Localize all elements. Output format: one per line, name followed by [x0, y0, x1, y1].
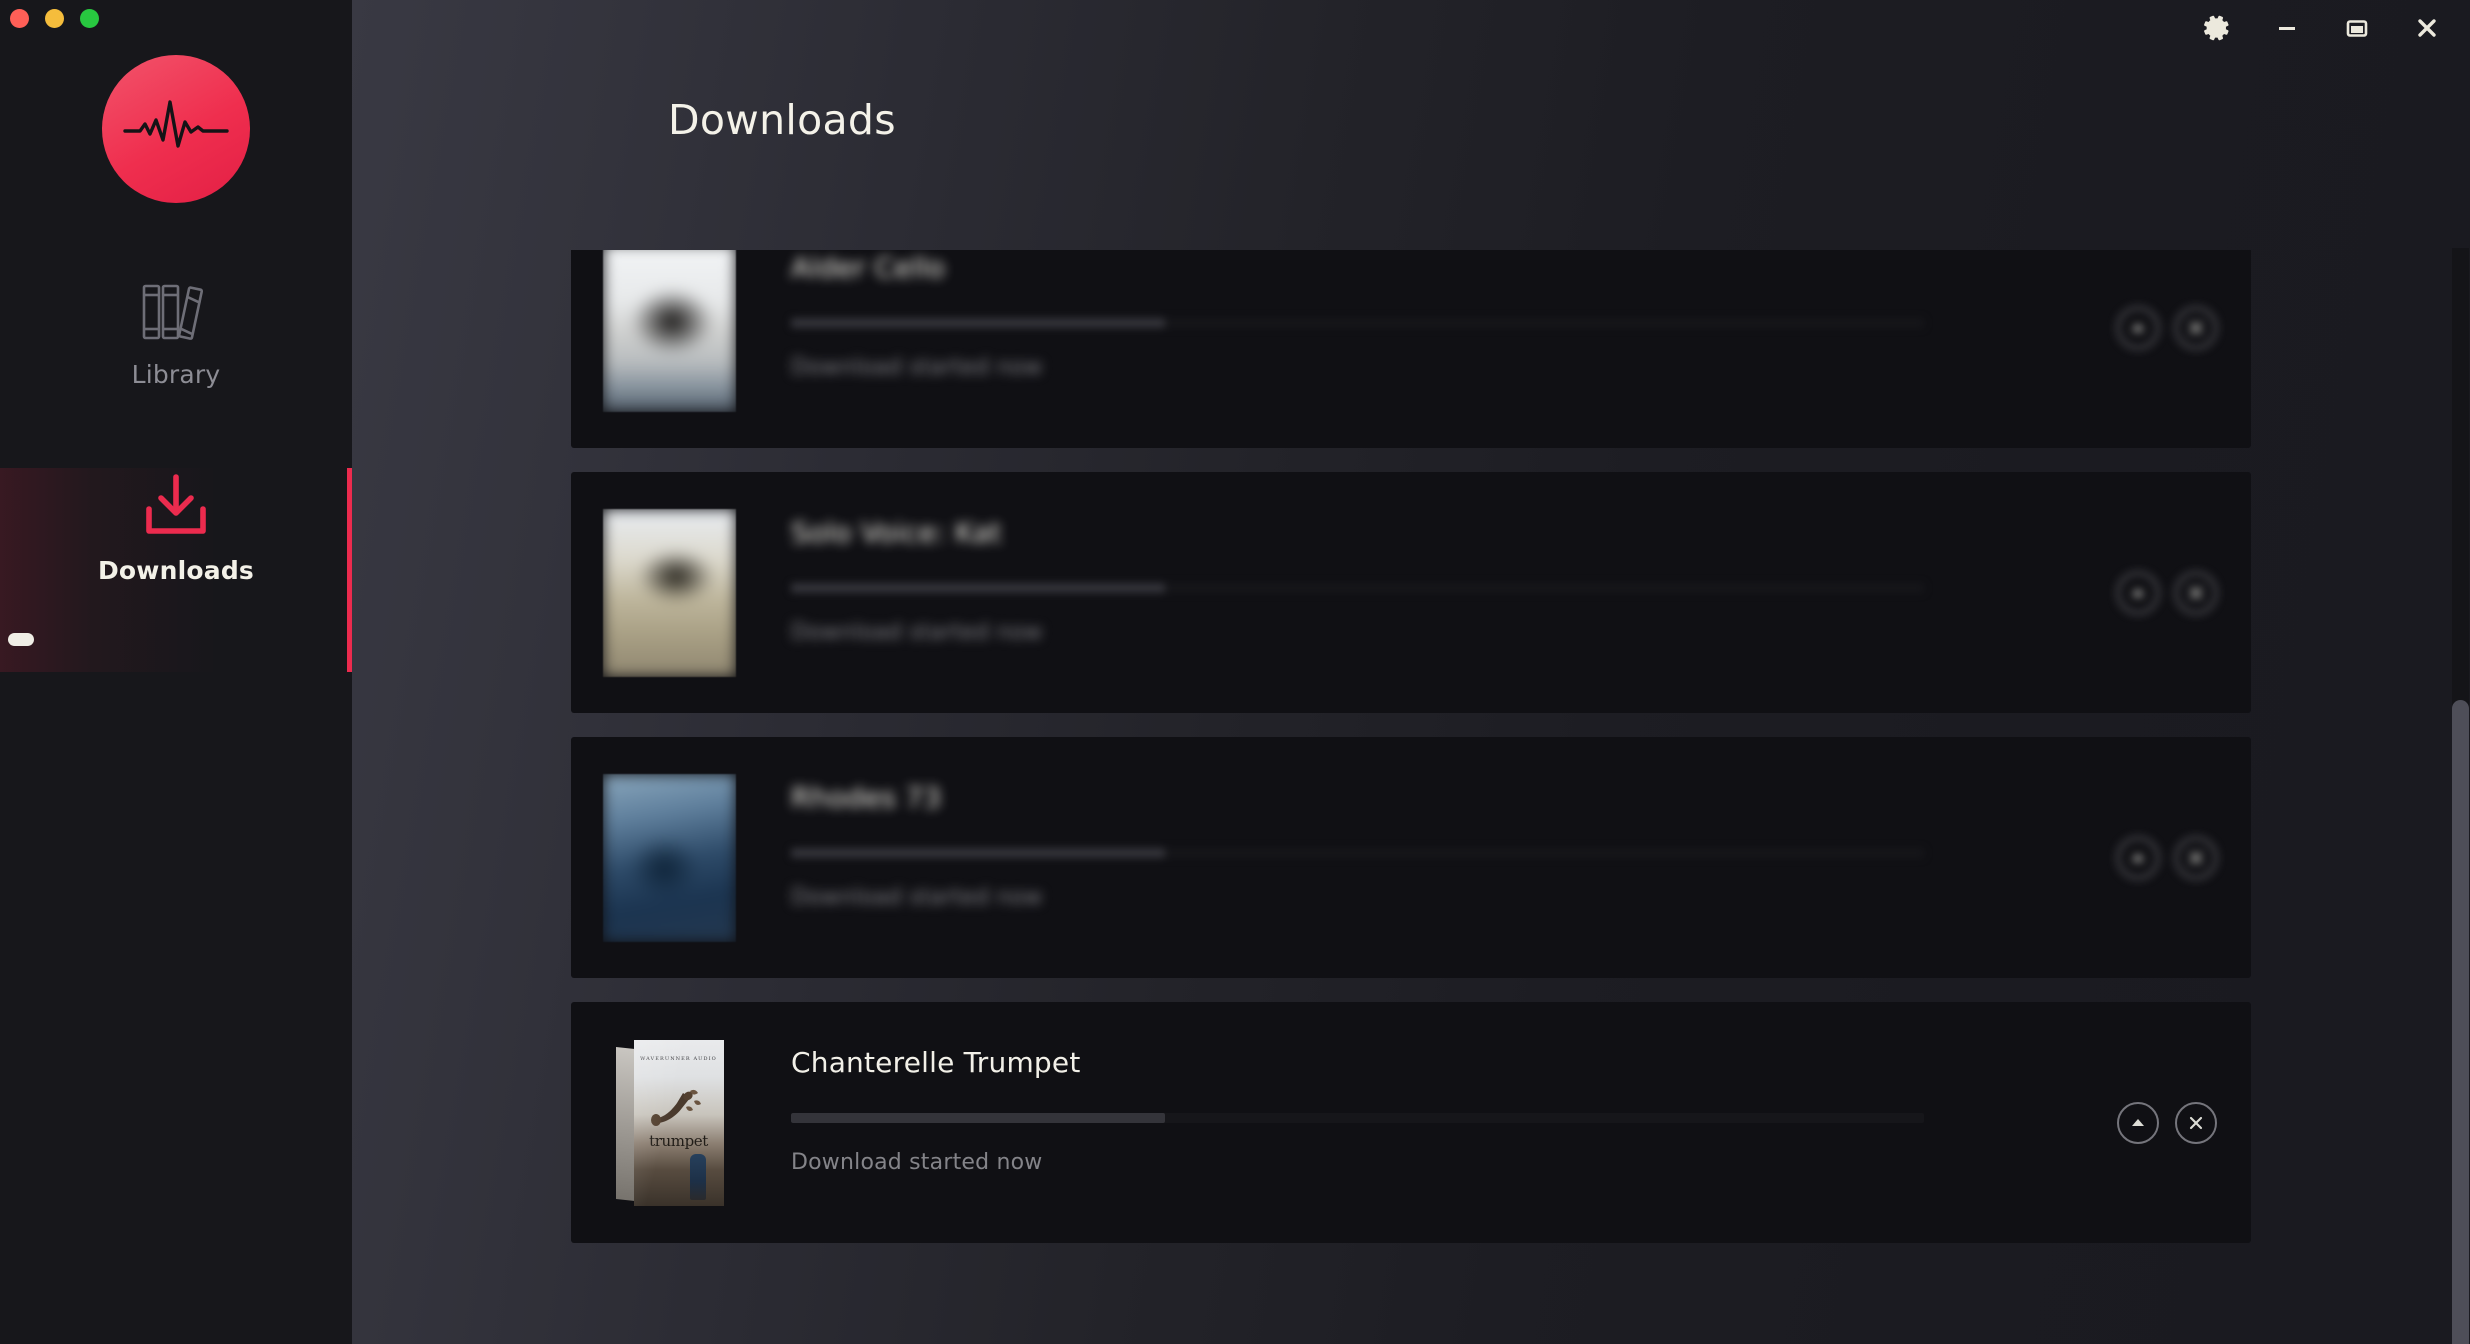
download-progress-fill [791, 1113, 1165, 1123]
download-actions [2117, 836, 2217, 879]
download-title: Rhodes 73 [791, 781, 942, 814]
pause-button[interactable] [2117, 836, 2159, 879]
trumpet-illustration-icon [650, 1089, 701, 1126]
maximize-icon[interactable] [2340, 11, 2374, 45]
download-actions [2117, 571, 2217, 614]
boxart-brand: WAVERUNNER AUDIO [640, 1055, 717, 1062]
pause-button[interactable] [2117, 571, 2159, 614]
product-thumbnail: WAVERUNNER AUDIO trumpet [603, 1038, 736, 1207]
cancel-button[interactable] [2175, 836, 2217, 879]
vertical-scrollbar-track[interactable] [2452, 248, 2469, 1344]
cancel-button[interactable] [2175, 571, 2217, 614]
main-content: Downloads Alder Cello Download started n… [352, 0, 2470, 1344]
window-controls [2200, 0, 2470, 56]
download-title: Alder Cello [791, 251, 946, 284]
traffic-lights [10, 9, 99, 28]
sidebar-item-label: Downloads [97, 556, 254, 585]
download-status: Download started now [791, 1150, 1043, 1175]
download-actions [2117, 1101, 2217, 1144]
close-icon[interactable] [2410, 11, 2444, 45]
download-row[interactable]: WAVERUNNER AUDIO trumpet Chanterelle Tru… [571, 1002, 2251, 1243]
waveform-logo-icon [123, 98, 229, 160]
boxart-product-word: trumpet [649, 1131, 708, 1150]
pause-button[interactable] [2117, 1101, 2159, 1144]
download-details: Alder Cello Download started now [791, 250, 2089, 448]
window-minimize-dot[interactable] [45, 9, 64, 28]
sidebar-item-label: Library [131, 360, 221, 389]
download-actions [2117, 306, 2217, 349]
download-details: Chanterelle Trumpet Download started now [791, 1002, 2089, 1243]
download-progress-fill [791, 848, 1165, 858]
sidebar: Library Downloads [0, 0, 352, 1344]
download-progress-bar[interactable] [791, 318, 1924, 328]
download-row[interactable]: Alder Cello Download started now [571, 250, 2251, 448]
download-details: Solo Voice: Kat Download started now [791, 472, 2089, 713]
download-progress-fill [791, 318, 1165, 328]
download-progress-fill [791, 583, 1165, 593]
download-icon [140, 468, 212, 544]
app-logo [102, 55, 250, 203]
settings-gear-icon[interactable] [2200, 11, 2234, 45]
product-boxart: WAVERUNNER AUDIO trumpet [615, 1039, 724, 1206]
books-icon [141, 272, 211, 348]
page-title: Downloads [668, 96, 896, 144]
download-progress-bar[interactable] [791, 848, 1924, 858]
download-status: Download started now [791, 885, 1043, 910]
sidebar-item-downloads[interactable]: Downloads [0, 468, 352, 585]
download-details: Rhodes 73 Download started now [791, 737, 2089, 978]
minimize-icon[interactable] [2270, 11, 2304, 45]
download-progress-bar[interactable] [791, 583, 1924, 593]
download-status: Download started now [791, 620, 1043, 645]
download-title: Chanterelle Trumpet [791, 1046, 1081, 1079]
download-title: Solo Voice: Kat [791, 516, 1002, 549]
pause-button[interactable] [2117, 306, 2159, 349]
sidebar-drag-handle[interactable] [8, 633, 34, 646]
cancel-button[interactable] [2175, 306, 2217, 349]
product-thumbnail [603, 773, 736, 942]
sidebar-item-library[interactable]: Library [0, 272, 352, 389]
window-close-dot[interactable] [10, 9, 29, 28]
app-window: Library Downloads Downloads Alder Cello … [0, 0, 2470, 1344]
window-maximize-dot[interactable] [80, 9, 99, 28]
download-row[interactable]: Rhodes 73 Download started now [571, 737, 2251, 978]
download-row[interactable]: Solo Voice: Kat Download started now [571, 472, 2251, 713]
download-progress-bar[interactable] [791, 1113, 1924, 1123]
download-status: Download started now [791, 355, 1043, 380]
product-thumbnail [603, 250, 736, 412]
vertical-scrollbar-thumb[interactable] [2452, 700, 2469, 1344]
product-thumbnail [603, 508, 736, 677]
cancel-button[interactable] [2175, 1101, 2217, 1144]
downloads-list: Alder Cello Download started now Solo Vo… [352, 250, 2470, 1344]
